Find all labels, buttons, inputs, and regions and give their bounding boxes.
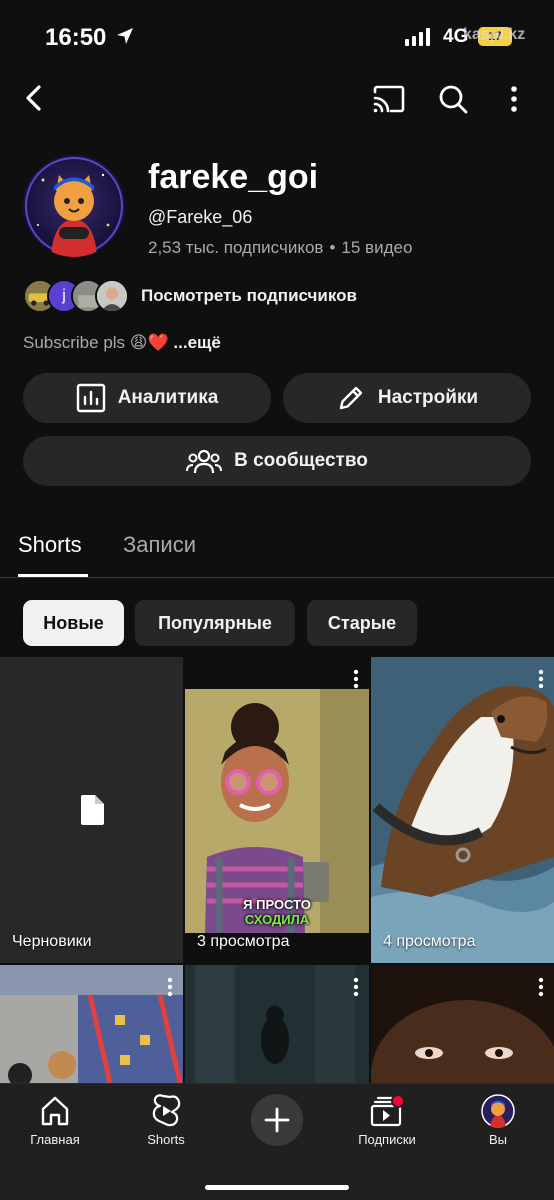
nav-subscriptions-label: Подписки <box>358 1132 416 1147</box>
profile-avatar <box>481 1094 515 1128</box>
nav-home-label: Главная <box>30 1132 80 1147</box>
subscriber-avatar <box>95 279 129 313</box>
create-button[interactable] <box>251 1094 303 1146</box>
more-vertical-icon[interactable] <box>167 977 173 997</box>
community-button[interactable]: В сообщество <box>23 436 531 486</box>
stats-separator: • <box>329 238 336 257</box>
more-vertical-icon[interactable] <box>538 669 544 689</box>
status-bar: 16:50 4G 17 kaspi.kz <box>0 0 554 70</box>
filter-chip-new[interactable]: Новые <box>23 600 124 646</box>
more-vertical-icon[interactable] <box>353 669 359 689</box>
subscriptions-icon <box>370 1094 405 1127</box>
description-text: Subscribe pls 😩❤️ <box>23 333 169 352</box>
more-vertical-icon[interactable] <box>353 977 359 997</box>
subscriber-count: 2,53 тыс. подписчиков <box>148 238 324 257</box>
drafts-tile[interactable]: Черновики <box>0 657 183 963</box>
view-count: 4 просмотра <box>383 933 476 950</box>
view-subscribers-label: Посмотреть подписчиков <box>141 286 357 305</box>
channel-name: fareke_goi <box>148 158 319 196</box>
channel-tabs: Shorts Записи <box>0 520 554 578</box>
analytics-label: Аналитика <box>117 387 219 408</box>
channel-description[interactable]: Subscribe pls 😩❤️ ...ещё <box>23 333 221 353</box>
view-count: 3 просмотра <box>197 933 290 950</box>
community-label: В сообщество <box>234 450 368 471</box>
short-tile[interactable] <box>0 965 183 1083</box>
tab-posts[interactable]: Записи <box>123 532 196 558</box>
short-caption: Я ПРОСТО СХОДИЛА <box>243 897 311 927</box>
video-count: 15 видео <box>341 238 413 257</box>
document-icon <box>81 795 104 825</box>
notification-dot <box>391 1094 405 1108</box>
more-vertical-icon[interactable] <box>538 977 544 997</box>
description-more-link[interactable]: ...ещё <box>173 333 220 352</box>
channel-avatar[interactable] <box>23 155 125 257</box>
people-icon <box>186 449 223 474</box>
short-thumbnail <box>0 965 183 1083</box>
active-tab-indicator <box>18 574 88 577</box>
settings-label: Настройки <box>377 387 479 408</box>
nav-you[interactable]: Вы <box>448 1094 548 1147</box>
analytics-icon <box>76 383 105 413</box>
settings-button[interactable]: Настройки <box>283 373 531 423</box>
pencil-icon <box>339 386 363 410</box>
filter-chip-popular[interactable]: Популярные <box>135 600 295 646</box>
view-subscribers-row[interactable]: j Посмотреть подписчиков <box>23 278 357 314</box>
channel-handle: @Fareke_06 <box>148 207 253 227</box>
top-bar <box>0 74 554 122</box>
home-indicator <box>205 1185 349 1190</box>
analytics-button[interactable]: Аналитика <box>23 373 271 423</box>
tab-shorts[interactable]: Shorts <box>18 532 82 558</box>
nav-home[interactable]: Главная <box>5 1094 105 1147</box>
location-arrow-icon <box>117 28 133 44</box>
shorts-icon <box>152 1094 181 1127</box>
short-thumbnail <box>185 965 369 1083</box>
more-vertical-icon[interactable] <box>496 78 532 120</box>
search-icon[interactable] <box>432 78 474 120</box>
drafts-label: Черновики <box>12 933 92 950</box>
back-icon[interactable] <box>14 76 54 120</box>
status-time: 16:50 <box>45 24 107 51</box>
short-thumbnail <box>371 965 554 1083</box>
nav-shorts[interactable]: Shorts <box>116 1094 216 1147</box>
short-tile[interactable] <box>185 965 369 1083</box>
home-icon <box>41 1096 69 1126</box>
filter-chip-old[interactable]: Старые <box>307 600 417 646</box>
create-plus-icon <box>264 1107 290 1133</box>
watermark: kaspi.kz <box>463 26 526 43</box>
cast-icon[interactable] <box>368 78 410 120</box>
nav-subscriptions[interactable]: Подписки <box>337 1094 437 1147</box>
nav-shorts-label: Shorts <box>147 1132 185 1147</box>
nav-you-label: Вы <box>488 1132 507 1147</box>
short-thumbnail <box>371 657 554 963</box>
short-tile[interactable]: 4 просмотра <box>371 657 554 963</box>
short-tile[interactable] <box>371 965 554 1083</box>
signal-icon <box>405 28 430 46</box>
short-tile[interactable]: Я ПРОСТО СХОДИЛА 3 просмотра <box>185 657 369 963</box>
bottom-navigation: Главная Shorts Подписки Вы <box>0 1083 554 1200</box>
channel-stats: 2,53 тыс. подписчиков • 15 видео <box>148 238 412 258</box>
